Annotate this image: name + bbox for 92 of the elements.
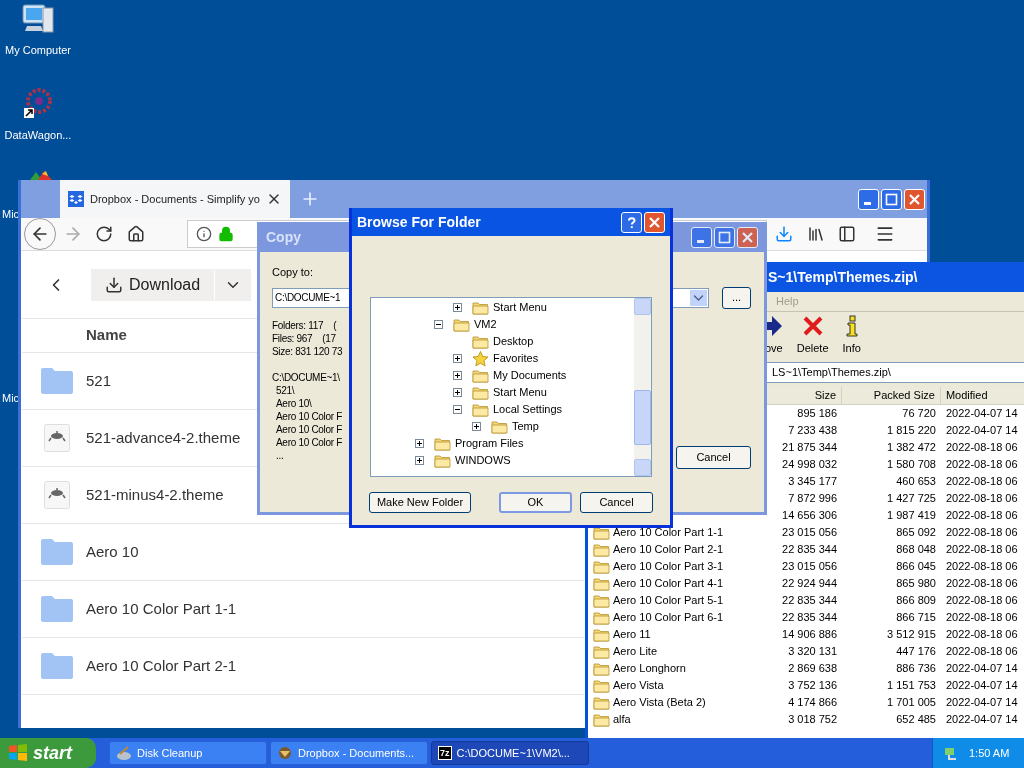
- table-cell-text: 76 720: [902, 406, 936, 422]
- source-item: Aero 10 Color F: [276, 435, 343, 449]
- table-cell-text: Aero 10 Color Part 4-1: [613, 576, 724, 592]
- table-cell: 2022-08-18 06: [946, 441, 1018, 454]
- table-cell-text: 7 872 996: [788, 491, 838, 507]
- file-name: 521-advance4-2.theme: [86, 427, 241, 448]
- table-cell-text: Aero Longhorn: [613, 661, 686, 677]
- table-cell: 2022-08-18 06: [946, 475, 1018, 488]
- table-cell: 2022-04-07 14: [946, 696, 1018, 709]
- table-cell-text: 14 656 306: [782, 508, 838, 524]
- table-cell-text: Aero Vista: [613, 678, 664, 694]
- window-title: S~1\Temp\Themes.zip\: [768, 267, 918, 287]
- table-cell-text: 1 815 220: [887, 423, 936, 439]
- table-cell-text: Aero 10 Color Part 3-1: [613, 559, 724, 575]
- field-label: Copy to:: [272, 265, 313, 280]
- table-cell-text: 652 485: [896, 712, 936, 728]
- source-item: 521\: [276, 383, 295, 397]
- table-cell-text: 1 382 472: [887, 440, 936, 456]
- table-cell-text: 23 015 056: [782, 559, 838, 575]
- stat-text: Size: 831 120 73: [272, 344, 343, 358]
- source-item: Aero 10\: [276, 396, 312, 410]
- table-cell-text: 2 869 638: [788, 661, 838, 677]
- table-cell-text: 14 906 886: [782, 627, 838, 643]
- table-cell-text: 1 987 419: [887, 508, 936, 524]
- table-cell-text: 7 233 438: [788, 423, 838, 439]
- table-cell-text: alfa: [613, 712, 631, 728]
- source-item: ...: [276, 448, 284, 462]
- table-cell-text: 866 715: [896, 610, 936, 626]
- table-cell-text: 865 980: [896, 576, 936, 592]
- table-cell: 2022-04-07 14: [946, 662, 1018, 675]
- table-cell-text: 21 875 344: [782, 440, 838, 456]
- table-cell-text: 22 835 344: [782, 610, 838, 626]
- source-item: Aero 10 Color F: [276, 409, 343, 423]
- table-cell: 2022-04-07 14: [946, 424, 1018, 437]
- table-cell-text: 23 015 056: [782, 525, 838, 541]
- table-cell-text: 3 018 752: [788, 712, 838, 728]
- table-cell-text: 866 809: [896, 593, 936, 609]
- table-cell-text: 868 048: [896, 542, 936, 558]
- table-cell-text: 1 580 708: [887, 457, 936, 473]
- clock: 1:50 AM: [969, 745, 1010, 761]
- table-cell-text: Aero 11: [613, 627, 651, 643]
- app-badge: 7z: [438, 746, 452, 760]
- table-cell-text: 1 701 005: [887, 695, 936, 711]
- table-cell-text: 3 512 915: [887, 627, 936, 643]
- table-cell-text: Aero 10 Color Part 2-1: [613, 542, 724, 558]
- file-name: Aero 10: [86, 541, 139, 562]
- stat-text: Folders: 117 (: [272, 318, 337, 332]
- table-cell: 2022-08-18 06: [946, 526, 1018, 539]
- table-cell: 2022-08-18 06: [946, 577, 1018, 590]
- table-cell-text: 886 736: [896, 661, 936, 677]
- file-name: Aero 10 Color Part 2-1: [86, 655, 237, 676]
- table-cell-text: 460 653: [896, 474, 936, 490]
- tab-title: Dropbox - Documents - Simplify yo: [90, 191, 260, 207]
- table-cell: 2022-04-07 14: [946, 713, 1018, 726]
- table-cell: 2022-04-07 14: [946, 679, 1018, 692]
- table-cell-text: 895 186: [797, 406, 838, 422]
- table-cell-text: 1 427 725: [887, 491, 936, 507]
- source-path: C:\DOCUME~1\: [272, 370, 340, 384]
- table-cell: 2022-08-18 06: [946, 560, 1018, 573]
- table-cell-text: 865 092: [896, 525, 936, 541]
- source-item: Aero 10 Color F: [276, 422, 343, 436]
- table-cell-text: 866 045: [896, 559, 936, 575]
- table-cell: 2022-08-18 06: [946, 543, 1018, 556]
- table-cell: 2022-08-18 06: [946, 645, 1018, 658]
- table-cell-text: Aero 10 Color Part 6-1: [613, 610, 724, 626]
- table-cell-text: 447 176: [896, 644, 936, 660]
- table-cell: 2022-08-18 06: [946, 458, 1018, 471]
- table-cell: 2022-08-18 06: [946, 611, 1018, 624]
- table-cell-text: 3 752 136: [788, 678, 838, 694]
- table-cell: 2022-08-18 06: [946, 594, 1018, 607]
- table-cell-text: 24 998 032: [782, 457, 838, 473]
- table-cell-text: Aero 10 Color Part 1-1: [613, 525, 724, 541]
- table-cell: 2022-08-18 06: [946, 509, 1018, 522]
- file-name: Aero 10 Color Part 1-1: [86, 598, 237, 619]
- table-cell-text: 3 320 131: [788, 644, 838, 660]
- table-cell-text: 22 924 944: [782, 576, 838, 592]
- table-cell: 2022-08-18 06: [946, 628, 1018, 641]
- file-name: 521: [86, 370, 112, 391]
- table-cell-text: 1 151 753: [887, 678, 936, 694]
- file-name: 521-minus4-2.theme: [86, 484, 224, 505]
- window-title: Copy: [266, 227, 301, 247]
- table-cell-text: 4 174 866: [788, 695, 838, 711]
- table-cell: 2022-08-18 06: [946, 492, 1018, 505]
- table-cell-text: 22 835 344: [782, 542, 838, 558]
- table-cell-text: Aero 10 Color Part 5-1: [613, 593, 724, 609]
- table-cell: 2022-04-07 14: [946, 407, 1018, 420]
- stat-text: Files: 967 (17: [272, 331, 336, 345]
- table-cell-text: Aero Vista (Beta 2): [613, 695, 706, 711]
- window-title: Browse For Folder: [357, 212, 481, 232]
- table-cell-text: 22 835 344: [782, 593, 838, 609]
- table-cell-text: 3 345 177: [788, 474, 838, 490]
- table-cell-text: Aero Lite: [613, 644, 658, 660]
